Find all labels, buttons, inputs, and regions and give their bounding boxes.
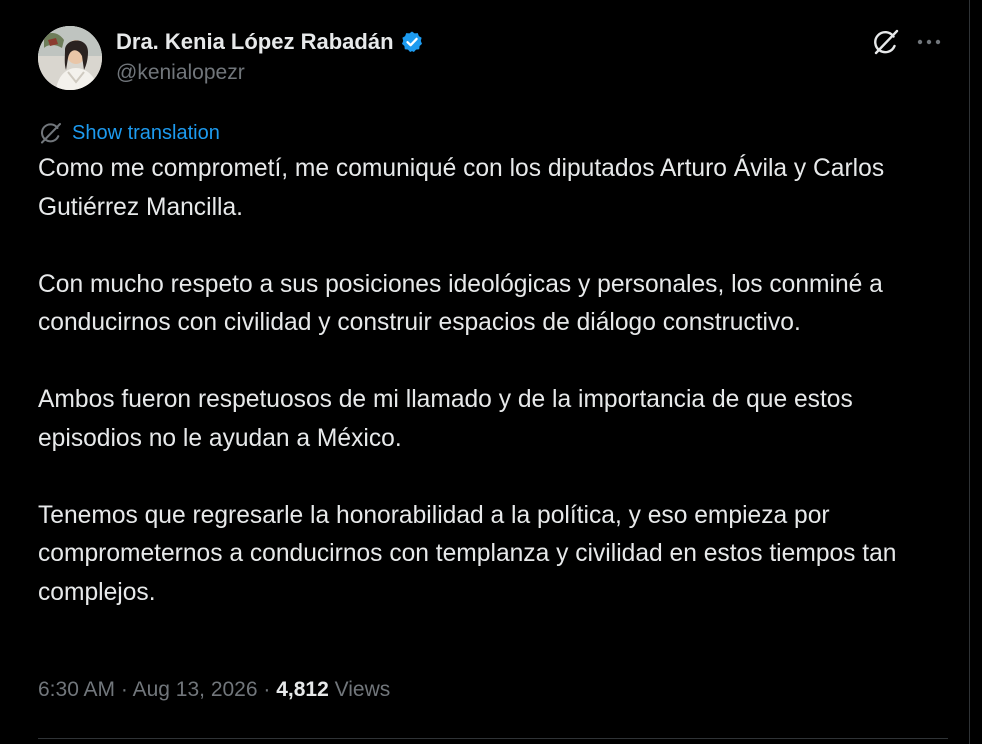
show-translation-label[interactable]: Show translation [72,122,220,145]
translate-icon [38,120,64,146]
more-options-icon[interactable] [915,30,943,54]
author-handle[interactable]: @kenialopezr [116,61,245,85]
views-label[interactable]: Views [335,678,391,701]
tweet-paragraph: Con mucho respeto a sus posiciones ideol… [38,270,883,337]
avatar-image [38,26,102,90]
show-translation-link[interactable]: Show translation [38,120,220,146]
tweet-meta: 6:30 AM · Aug 13, 2026 · 4,812 Views [38,678,390,702]
verified-badge-icon[interactable] [400,30,424,54]
tweet-paragraph: Tenemos que regresarle la honorabilidad … [38,501,897,606]
author-name-text[interactable]: Dra. Kenia López Rabadán [116,29,394,55]
tweet-paragraph: Ambos fueron respetuosos de mi llamado y… [38,386,853,452]
tweet-date[interactable]: Aug 13, 2026 [133,678,258,701]
meta-separator: · [263,678,271,701]
avatar[interactable] [38,26,102,90]
tweet-card: Dra. Kenia López Rabadán @kenialopezr Sh… [0,0,970,744]
grok-icon[interactable] [871,27,901,57]
meta-separator: · [120,678,128,701]
tweet-paragraph: Como me comprometí, me comuniqué con los… [38,155,885,221]
divider [38,738,948,739]
views-count[interactable]: 4,812 [276,678,329,701]
author-display-name[interactable]: Dra. Kenia López Rabadán [116,29,424,55]
tweet-text: Como me comprometí, me comuniqué con los… [38,150,948,612]
tweet-time[interactable]: 6:30 AM [38,678,115,701]
